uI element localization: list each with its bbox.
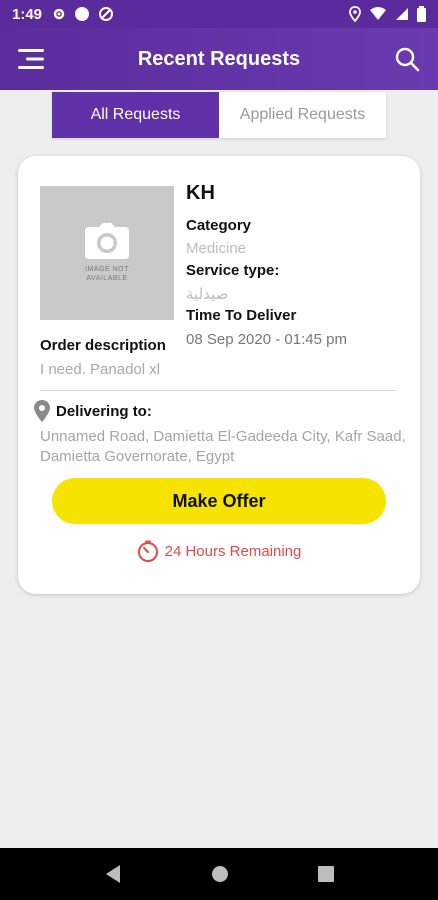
- delivering-to-label: Delivering to:: [56, 402, 152, 420]
- tab-all-requests[interactable]: All Requests: [52, 92, 219, 138]
- menu-icon: [18, 49, 44, 69]
- wifi-icon: [370, 7, 386, 20]
- tab-applied-requests[interactable]: Applied Requests: [219, 92, 386, 138]
- status-bar: 1:49: [0, 0, 438, 28]
- make-offer-button[interactable]: Make Offer: [52, 478, 386, 524]
- time-to-deliver-value: 08 Sep 2020 - 01:45 pm: [186, 331, 347, 348]
- camera-icon: [85, 223, 129, 259]
- timer-icon: [137, 540, 158, 562]
- status-time: 1:49: [12, 5, 43, 23]
- status-dot-icon: [75, 7, 90, 21]
- delivering-to-row: Delivering to:: [34, 400, 152, 422]
- category-label: Category: [186, 217, 252, 234]
- delivery-address: Unnamed Road, Damietta El-Gadeeda City, …: [40, 428, 406, 465]
- search-button[interactable]: [376, 28, 438, 90]
- order-image-placeholder: IMAGE NOT AVAILABLE: [40, 186, 174, 320]
- battery-icon: [417, 6, 426, 22]
- order-description-value: I need. Panadol xl: [40, 361, 161, 378]
- system-nav-bar: [0, 848, 438, 900]
- data-saver-icon: [99, 7, 114, 21]
- recents-icon[interactable]: [317, 866, 334, 882]
- location-icon: [349, 6, 361, 22]
- customer-name: KH: [186, 182, 215, 204]
- page-title: Recent Requests: [137, 47, 301, 70]
- home-icon[interactable]: [211, 865, 229, 883]
- service-type-value: صيدلية: [186, 286, 229, 303]
- app-bar: Recent Requests: [0, 28, 438, 90]
- signal-icon: [396, 8, 408, 20]
- time-to-deliver-label: Time To Deliver: [186, 307, 297, 324]
- request-tabs: All Requests Applied Requests: [52, 92, 386, 138]
- category-value: Medicine: [186, 240, 247, 257]
- image-not-available-text: IMAGE NOT AVAILABLE: [85, 266, 129, 282]
- settings-icon: [53, 8, 65, 20]
- back-icon[interactable]: [104, 864, 122, 884]
- search-icon: [395, 47, 420, 72]
- request-card[interactable]: IMAGE NOT AVAILABLE KH Category Medicine…: [18, 156, 420, 594]
- card-divider: [40, 390, 396, 391]
- time-remaining: 24 Hours Remaining: [18, 540, 420, 562]
- order-description-label: Order description: [40, 337, 166, 354]
- service-type-label: Service type:: [186, 262, 280, 279]
- time-remaining-text: 24 Hours Remaining: [164, 542, 302, 560]
- location-pin-icon: [34, 400, 50, 422]
- menu-button[interactable]: [0, 28, 62, 90]
